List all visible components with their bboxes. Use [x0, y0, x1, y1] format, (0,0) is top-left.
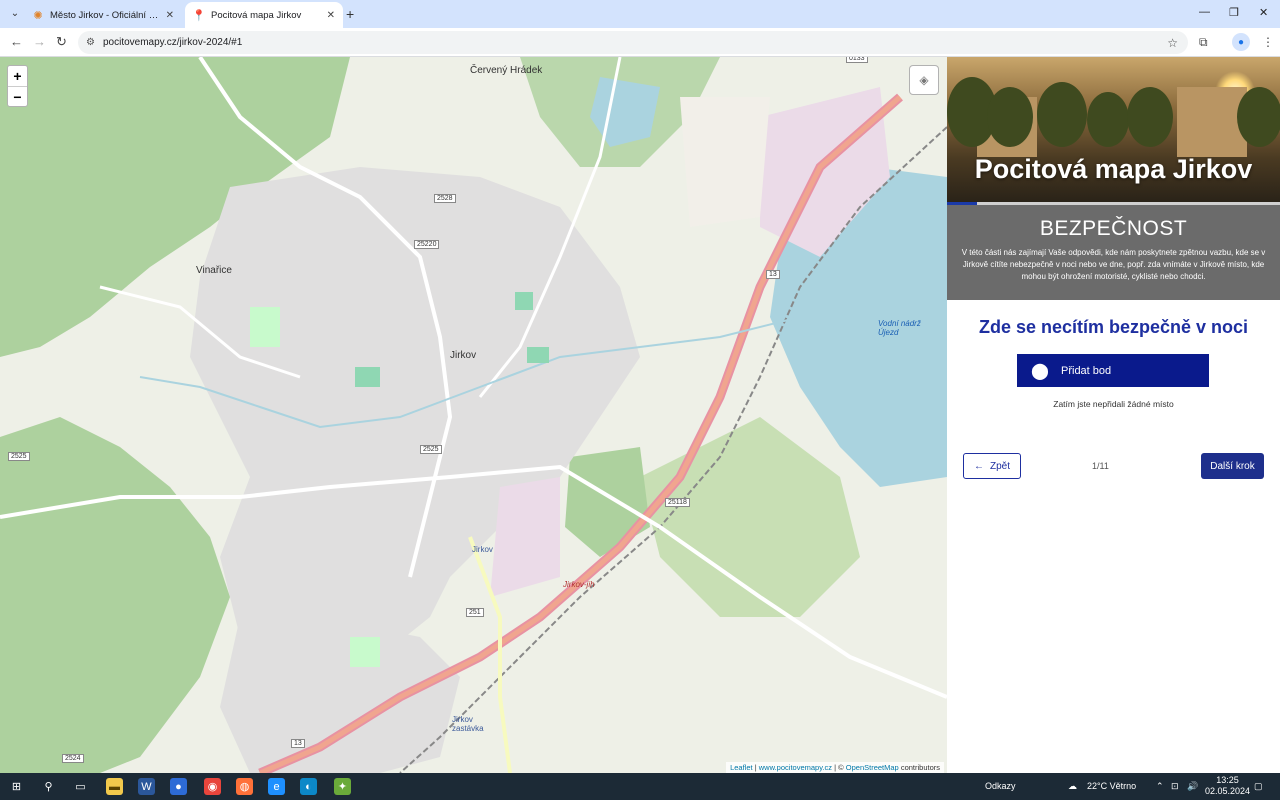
links-toolbar[interactable]: Odkazy — [985, 781, 1016, 791]
map-label: Jirkov-jih — [563, 580, 595, 589]
road-shield: 25118 — [665, 498, 690, 507]
osm-link[interactable]: OpenStreetMap — [846, 763, 899, 772]
add-point-button[interactable]: ⬤ Přidat bod — [1017, 354, 1209, 387]
restore-icon[interactable]: ❐ — [1229, 6, 1239, 19]
map-label: Jirkov — [472, 545, 493, 554]
map-label: Vinařice — [196, 265, 232, 276]
edge-icon[interactable]: ◐ — [300, 778, 317, 795]
map-label: Jirkov zastávka — [452, 715, 484, 733]
back-arrow-icon[interactable]: ← — [10, 34, 23, 49]
layers-icon[interactable]: ◈ — [909, 65, 939, 95]
site-link[interactable]: www.pocitovemapy.cz — [759, 763, 832, 772]
attribution-copyright: © — [838, 763, 846, 772]
new-tab-icon[interactable]: + — [346, 6, 354, 22]
map-view[interactable]: + − ◈ Červený Hrádek Vinařice Jirkov Vod… — [0, 57, 947, 773]
question-title: Zde se necítím bezpečně v noci — [978, 317, 1249, 337]
browser-tab-strip: ⌄ ✺ Město Jirkov - Oficiální stránky ✕ 📍… — [0, 0, 1280, 28]
url-text[interactable]: pocitovemapy.cz/jirkov-2024/#1 — [103, 37, 242, 48]
address-toolbar: ← → ↻ ⚙ pocitovemapy.cz/jirkov-2024/#1 ☆… — [0, 28, 1280, 57]
forward-arrow-icon[interactable]: → — [33, 34, 46, 49]
firefox-icon[interactable]: ◍ — [236, 778, 253, 795]
step-counter: 1/11 — [1092, 461, 1109, 471]
section-header: BEZPEČNOST V této části nás zajímají Vaš… — [947, 205, 1280, 300]
hero-tree — [987, 87, 1033, 147]
site-info-icon[interactable]: ⚙ — [86, 37, 95, 48]
volume-icon[interactable]: 🔊 — [1187, 781, 1198, 792]
map-label: Vodní nádrž Újezd — [878, 319, 921, 337]
sun-favicon-icon: ✺ — [33, 9, 43, 22]
extensions-icon[interactable]: ⧉ — [1199, 35, 1208, 50]
app-icon[interactable]: ✦ — [334, 778, 351, 795]
map-pin-favicon-icon: 📍 — [192, 9, 206, 22]
back-label: Zpět — [989, 460, 1010, 472]
chrome-icon[interactable]: ◉ — [204, 778, 221, 795]
clock-date: 02.05.2024 — [1205, 786, 1251, 796]
road-shield: 2525 — [420, 445, 442, 454]
windows-start-icon[interactable]: ⊞ — [8, 778, 25, 795]
tab-mesto-jirkov[interactable]: ✺ Město Jirkov - Oficiální stránky ✕ — [24, 2, 182, 28]
close-window-icon[interactable]: ✕ — [1259, 6, 1268, 19]
clock[interactable]: 13:25 02.05.2024 — [1205, 775, 1250, 797]
hero-tree — [1087, 92, 1129, 147]
profile-avatar-icon[interactable]: ● — [1232, 33, 1250, 51]
weather-icon[interactable]: ☁ — [1068, 781, 1077, 792]
tray-chevron-icon[interactable]: ⌃ — [1156, 781, 1164, 792]
road-shield: 251 — [466, 608, 484, 617]
road-shield: 13 — [291, 739, 305, 748]
word-icon[interactable]: W — [138, 778, 155, 795]
survey-panel: Pocitová mapa Jirkov BEZPEČNOST V této č… — [947, 57, 1280, 773]
back-button[interactable]: ← Zpět — [963, 453, 1021, 479]
zoom-in-button[interactable]: + — [8, 66, 27, 86]
section-description: V této části nás zajímají Vaše odpovědi,… — [961, 248, 1266, 281]
road-shield: 2524 — [62, 754, 84, 763]
arrow-left-icon: ← — [973, 460, 984, 472]
file-explorer-icon[interactable]: ▬ — [106, 778, 123, 795]
road-shield: 2525 — [8, 452, 30, 461]
hero-tree — [1237, 87, 1280, 147]
notifications-icon[interactable]: ▢ — [1254, 781, 1263, 792]
reload-icon[interactable]: ↻ — [56, 34, 67, 50]
hero-image: Pocitová mapa Jirkov — [947, 57, 1280, 202]
road-shield: 25220 — [414, 240, 440, 249]
tab-title: Pocitová mapa Jirkov — [211, 9, 302, 21]
tab-search-icon[interactable]: ⌄ — [6, 4, 24, 22]
minimize-icon[interactable]: — — [1199, 6, 1210, 18]
road-shield: 13 — [766, 270, 780, 279]
weather-text[interactable]: 22°C Větrno — [1087, 781, 1136, 791]
map-label: Červený Hrádek — [470, 65, 543, 76]
road-shield: 2528 — [434, 194, 456, 203]
map-pin-icon: ⬤ — [1031, 363, 1049, 380]
hero-tree — [1037, 82, 1087, 147]
internet-explorer-icon[interactable]: e — [268, 778, 285, 795]
close-tab-icon[interactable]: ✕ — [327, 10, 335, 21]
road-shield: 0133 — [846, 57, 868, 63]
omnibox[interactable]: ⚙ pocitovemapy.cz/jirkov-2024/#1 ☆ — [78, 31, 1188, 54]
windows-taskbar: ⊞ ⚲ ▭ ▬ W ● ◉ ◍ e ◐ ✦ Odkazy ☁ 22°C Větr… — [0, 773, 1280, 800]
add-point-label: Přidat bod — [1061, 364, 1112, 377]
map-attribution: Leaflet | www.pocitovemapy.cz | © OpenSt… — [726, 762, 944, 773]
map-tiles — [0, 57, 947, 773]
network-icon[interactable]: ⊡ — [1171, 781, 1179, 792]
search-icon[interactable]: ⚲ — [40, 778, 57, 795]
hero-tree — [1127, 87, 1173, 147]
map-label: Jirkov — [450, 350, 477, 361]
section-title: BEZPEČNOST — [1039, 217, 1188, 240]
clock-time: 13:25 — [1216, 775, 1239, 785]
bookmark-star-icon[interactable]: ☆ — [1167, 36, 1178, 50]
zoom-out-button[interactable]: − — [8, 86, 27, 106]
no-points-hint: Zatím jste nepřidali žádné místo — [1053, 399, 1174, 409]
task-view-icon[interactable]: ▭ — [72, 778, 89, 795]
next-step-button[interactable]: Další krok — [1201, 453, 1264, 479]
attribution-contributors: contributors — [900, 763, 940, 772]
leaflet-link[interactable]: Leaflet — [730, 763, 753, 772]
zoom-control: + − — [7, 65, 28, 107]
close-tab-icon[interactable]: ✕ — [166, 10, 174, 21]
app-icon[interactable]: ● — [170, 778, 187, 795]
tab-title: Město Jirkov - Oficiální stránky — [50, 9, 162, 21]
tab-pocitova-mapa[interactable]: 📍 Pocitová mapa Jirkov ✕ — [185, 2, 343, 28]
hero-title: Pocitová mapa Jirkov — [974, 154, 1253, 184]
menu-kebab-icon[interactable]: ⋮ — [1262, 35, 1274, 49]
